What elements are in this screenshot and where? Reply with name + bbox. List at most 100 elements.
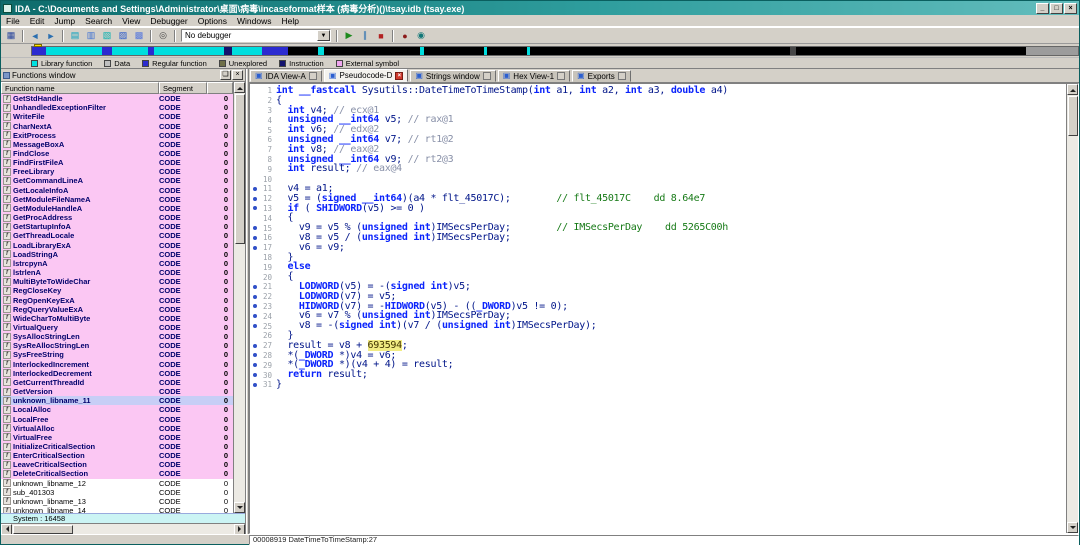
function-row[interactable]: f GetLocaleInfoA CODE 0 [1, 185, 233, 195]
nav-band-segment[interactable] [288, 46, 318, 55]
code-line[interactable]: 16 v8 = v5 / (unsigned int)IMSecsPerDay; [250, 232, 1066, 243]
function-row[interactable]: f VirtualQuery CODE 0 [1, 322, 233, 333]
function-row[interactable]: f unknown_libname_13 CODE 0 [1, 496, 233, 507]
column-header-segment[interactable]: Segment [159, 82, 207, 94]
pseudocode-scrollbar[interactable] [1066, 84, 1078, 533]
function-row[interactable]: f GetVersion CODE 0 [1, 387, 233, 397]
nav-band-segment[interactable] [424, 46, 484, 55]
code-line[interactable]: 13 if ( SHIDWORD(v5) >= 0 ) [250, 203, 1066, 214]
function-row[interactable]: f EnterCriticalSection CODE 0 [1, 451, 233, 461]
code-line[interactable]: 9 int result; // eax@4 [250, 164, 1066, 174]
scroll-thumb[interactable] [1067, 96, 1078, 136]
tab-ida-view-a[interactable]: ▣ IDA View-A [250, 70, 322, 82]
function-row[interactable]: f GetStartupInfoA CODE 0 [1, 222, 233, 232]
function-row[interactable]: f unknown_libname_12 CODE 0 [1, 478, 233, 488]
function-row[interactable]: f FindFirstFileA CODE 0 [1, 158, 233, 168]
function-row[interactable]: f InterlockedDecrement CODE 0 [1, 368, 233, 378]
title-bar[interactable]: IDA - C:\Documents and Settings\Administ… [1, 1, 1079, 15]
function-row[interactable]: f MessageBoxA CODE 0 [1, 139, 233, 149]
function-row[interactable]: f LocalFree CODE 0 [1, 414, 233, 424]
function-row[interactable]: f MultiByteToWideChar CODE 0 [1, 277, 233, 287]
hex-view-icon[interactable]: ▥ [83, 29, 99, 43]
nav-band-segment[interactable] [1026, 46, 1078, 55]
function-row[interactable]: f GetThreadLocale CODE 0 [1, 231, 233, 241]
function-row[interactable]: f GetCommandLineA CODE 0 [1, 176, 233, 186]
function-row[interactable]: f unknown_libname_14 CODE 0 [1, 506, 233, 513]
function-row[interactable]: f lstrlenA CODE 0 [1, 267, 233, 278]
nav-band-segment[interactable] [796, 46, 1026, 55]
code-line[interactable]: 17 v6 = v9; [250, 242, 1066, 253]
function-row[interactable]: f InterlockedIncrement CODE 0 [1, 359, 233, 369]
function-row[interactable]: f DeleteCriticalSection CODE 0 [1, 469, 233, 479]
code-line[interactable]: 25 v8 = -(signed int)(v7 / (unsigned int… [250, 321, 1066, 331]
start-process-icon[interactable]: ▶ [341, 29, 357, 43]
nav-band-segment[interactable] [530, 46, 790, 55]
tab-pseudocode-d[interactable]: ▣ Pseudocode-D × [323, 69, 409, 82]
menu-search[interactable]: Search [80, 16, 117, 26]
tab-hex-view-1[interactable]: ▣ Hex View-1 [497, 70, 571, 82]
function-row[interactable]: f WideCharToMultiByte CODE 0 [1, 313, 233, 323]
nav-band-segment[interactable] [262, 46, 288, 55]
code-line[interactable]: 31} [250, 380, 1066, 390]
menu-jump[interactable]: Jump [49, 16, 80, 26]
pause-process-icon[interactable]: ∥ [357, 29, 373, 43]
scroll-down-button[interactable] [234, 502, 245, 513]
tab-strings-window[interactable]: ▣ Strings window [410, 70, 496, 82]
scroll-right-button[interactable] [234, 523, 245, 535]
function-row[interactable]: f lstrcpynA CODE 0 [1, 258, 233, 268]
watches-icon[interactable]: ◉ [413, 29, 429, 43]
debugger-combo[interactable]: No debugger ▼ [181, 29, 331, 42]
function-row[interactable]: f RegQueryValueExA CODE 0 [1, 304, 233, 314]
imports-view-icon[interactable]: ▩ [131, 29, 147, 43]
stop-process-icon[interactable]: ■ [373, 29, 389, 43]
combo-dropdown-arrow[interactable]: ▼ [317, 30, 330, 41]
nav-band-segment[interactable] [487, 46, 527, 55]
function-row[interactable]: f FreeLibrary CODE 0 [1, 167, 233, 177]
code-line[interactable]: 29 *(_DWORD *)(v4 + 4) = result; [250, 360, 1066, 370]
function-row[interactable]: f WriteFile CODE 0 [1, 112, 233, 122]
function-row[interactable]: f InitializeCriticalSection CODE 0 [1, 441, 233, 452]
nav-band-segment[interactable] [102, 46, 112, 55]
function-row[interactable]: f SysReAllocStringLen CODE 0 [1, 341, 233, 351]
menu-file[interactable]: File [1, 16, 25, 26]
functions-window-header[interactable]: Functions window ❏ × [1, 69, 245, 82]
disasm-view-icon[interactable]: ▤ [67, 29, 83, 43]
column-header-function-name[interactable]: Function name [1, 82, 159, 94]
nav-band-segment[interactable] [154, 46, 224, 55]
enums-view-icon[interactable]: ▨ [115, 29, 131, 43]
function-list-scrollbar[interactable] [233, 82, 245, 513]
scroll-up-button[interactable] [1067, 84, 1078, 95]
tab-window-icon[interactable] [308, 72, 317, 80]
menu-view[interactable]: View [117, 16, 145, 26]
scroll-thumb[interactable] [234, 94, 245, 244]
code-line[interactable]: 10 [250, 174, 1066, 184]
maximize-button[interactable]: □ [1050, 2, 1063, 14]
tab-window-icon[interactable] [557, 72, 566, 80]
scroll-up-button[interactable] [234, 82, 245, 93]
nav-band-segment[interactable] [224, 46, 232, 55]
function-list-hscrollbar[interactable] [1, 523, 245, 535]
function-row[interactable]: f GetProcAddress CODE 0 [1, 213, 233, 223]
function-row[interactable]: f LoadStringA CODE 0 [1, 249, 233, 259]
function-row[interactable]: f SysFreeString CODE 0 [1, 350, 233, 360]
menu-help[interactable]: Help [277, 16, 304, 26]
function-row[interactable]: f LoadLibraryExA CODE 0 [1, 240, 233, 250]
function-row[interactable]: f VirtualAlloc CODE 0 [1, 423, 233, 433]
column-header-extra[interactable] [207, 82, 233, 94]
nav-band-segment[interactable] [324, 46, 420, 55]
function-row[interactable]: f ExitProcess CODE 0 [1, 130, 233, 140]
search-icon[interactable]: ◎ [155, 29, 171, 43]
function-row[interactable]: f unknown_libname_11 CODE 0 [1, 396, 233, 406]
function-row[interactable]: f RegOpenKeyExA CODE 0 [1, 295, 233, 305]
nav-band-segment[interactable] [46, 46, 102, 55]
nav-band-segment[interactable] [112, 46, 148, 55]
nav-band[interactable] [31, 45, 1079, 56]
function-row[interactable]: f GetModuleFileNameA CODE 0 [1, 194, 233, 204]
function-row[interactable]: f VirtualFree CODE 0 [1, 432, 233, 442]
structures-view-icon[interactable]: ▧ [99, 29, 115, 43]
hscroll-thumb[interactable] [13, 524, 73, 534]
back-icon[interactable]: ◄ [27, 29, 43, 43]
function-row[interactable]: f UnhandledExceptionFilter CODE 0 [1, 103, 233, 113]
nav-band-segment[interactable] [232, 46, 262, 55]
menu-debugger[interactable]: Debugger [145, 16, 192, 26]
